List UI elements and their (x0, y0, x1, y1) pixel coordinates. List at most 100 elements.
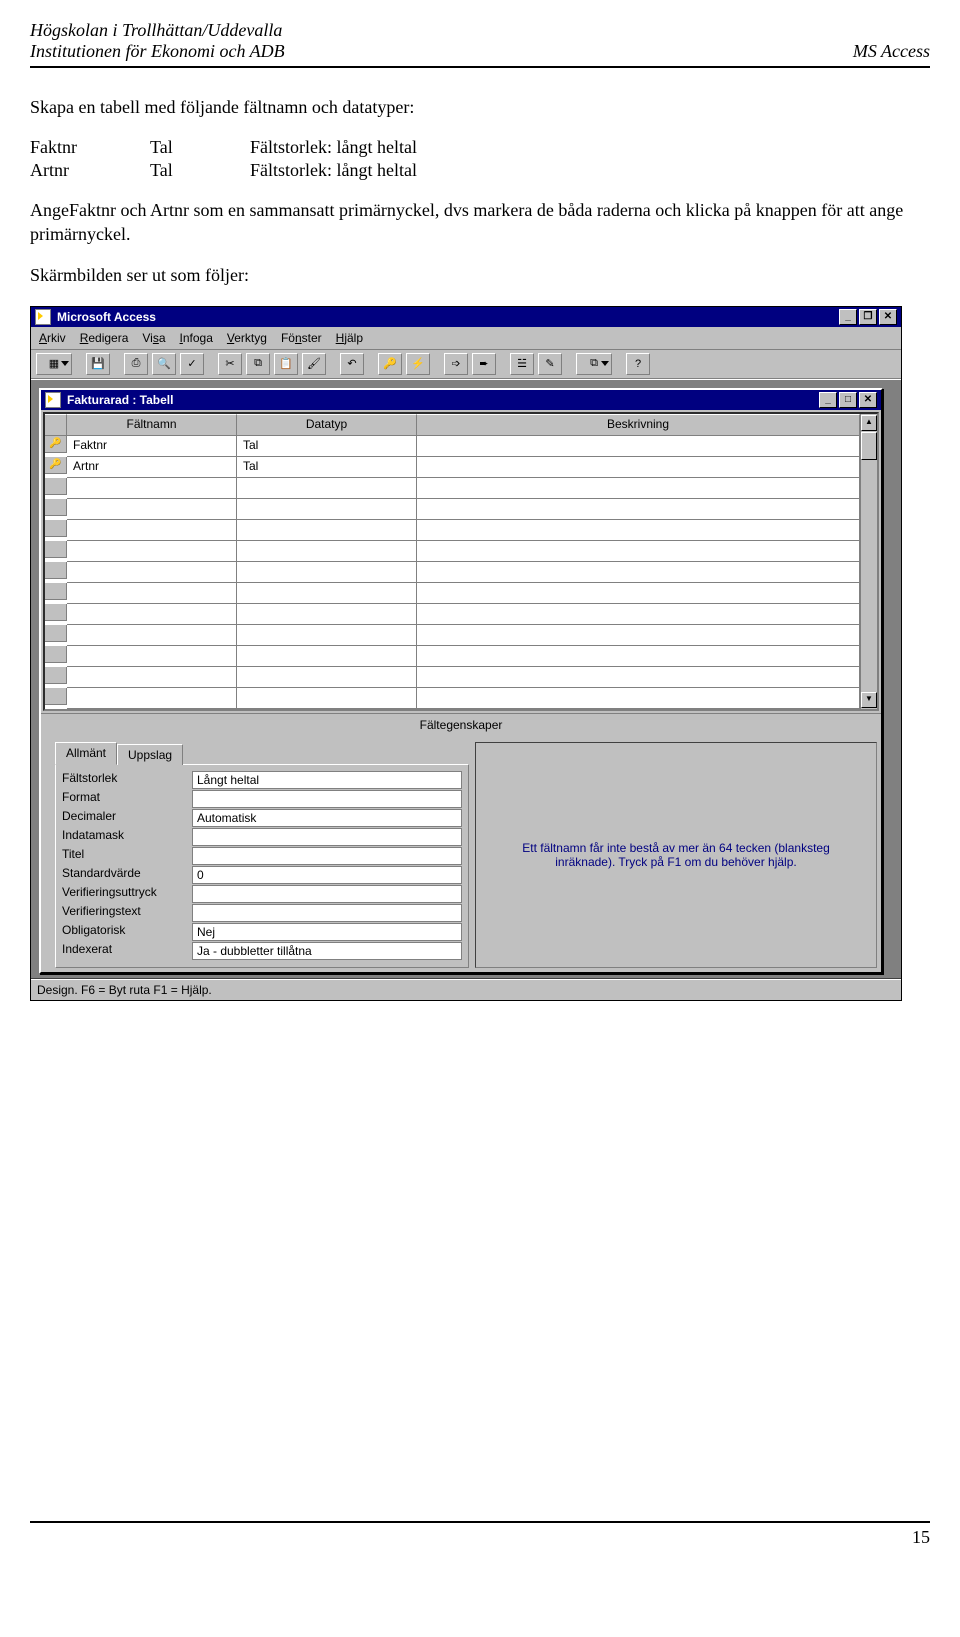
toolbar: ▦ 💾 ⎙ 🔍 ✓ ✂ ⧉ 📋 🖌 ↶ 🔑 ⚡ ➩ ➨ ☱ ✎ ⧉ (31, 350, 901, 379)
header-right: MS Access (853, 41, 930, 62)
table-design-window: Fakturarad : Tabell _ □ ✕ Fältnamn Datat… (39, 388, 883, 974)
col-description[interactable]: Beskrivning (417, 414, 860, 436)
build-button[interactable]: ✎ (538, 353, 562, 375)
app-titlebar: Microsoft Access _ ❐ ✕ (31, 307, 901, 327)
tablewin-maximize-button[interactable]: □ (839, 392, 857, 408)
table-window-icon (45, 392, 61, 408)
para-2: AngeFaktnr och Artnr som en sammansatt p… (30, 199, 930, 246)
prop-value-inputmask[interactable] (192, 828, 462, 846)
undo-button[interactable]: ↶ (340, 353, 364, 375)
design-grid: Fältnamn Datatyp Beskrivning 🔑 Faktnr Ta… (43, 412, 879, 711)
menu-verktyg[interactable]: Verktyg (227, 331, 267, 345)
prop-label: Obligatorisk (62, 923, 192, 941)
prop-value-caption[interactable] (192, 847, 462, 865)
table-row-empty[interactable] (45, 499, 860, 520)
properties-button[interactable]: ☱ (510, 353, 534, 375)
table-row-empty[interactable] (45, 688, 860, 709)
app-restore-button[interactable]: ❐ (859, 309, 877, 325)
primary-key-button[interactable]: 🔑 (378, 353, 402, 375)
col-datatype[interactable]: Datatyp (237, 414, 417, 436)
app-close-button[interactable]: ✕ (879, 309, 897, 325)
table-row-empty[interactable] (45, 562, 860, 583)
app-title: Microsoft Access (57, 310, 156, 324)
cut-button[interactable]: ✂ (218, 353, 242, 375)
tablewin-minimize-button[interactable]: _ (819, 392, 837, 408)
col-fieldname[interactable]: Fältnamn (67, 414, 237, 436)
prop-value-validtext[interactable] (192, 904, 462, 922)
tab-lookup[interactable]: Uppslag (117, 744, 183, 765)
table-row[interactable]: 🔑 Artnr Tal (45, 457, 860, 478)
table-row-empty[interactable] (45, 541, 860, 562)
doc-header: Högskolan i Trollhättan/Uddevalla Instit… (30, 20, 930, 68)
save-button[interactable]: 💾 (86, 353, 110, 375)
cell-fieldname[interactable]: Artnr (67, 457, 237, 478)
table-row-empty[interactable] (45, 667, 860, 688)
status-bar: Design. F6 = Byt ruta F1 = Hjälp. (31, 979, 901, 1000)
field1-name: Faktnr (30, 137, 150, 158)
prop-label: Standardvärde (62, 866, 192, 884)
spellcheck-button[interactable]: ✓ (180, 353, 204, 375)
field2-type: Tal (150, 160, 250, 181)
help-button[interactable]: ? (626, 353, 650, 375)
field1-type: Tal (150, 137, 250, 158)
prop-label: Indexerat (62, 942, 192, 960)
indexes-button[interactable]: ⚡ (406, 353, 430, 375)
prop-label: Decimaler (62, 809, 192, 827)
prop-label: Verifieringsuttryck (62, 885, 192, 903)
table-row-empty[interactable] (45, 604, 860, 625)
print-button[interactable]: ⎙ (124, 353, 148, 375)
format-painter-button[interactable]: 🖌 (302, 353, 326, 375)
app-minimize-button[interactable]: _ (839, 309, 857, 325)
row-selector[interactable]: 🔑 (45, 457, 67, 474)
access-app-icon (35, 309, 51, 325)
delete-rows-button[interactable]: ➨ (472, 353, 496, 375)
prop-value-indexed[interactable]: Ja - dubbletter tillåtna (192, 942, 462, 960)
primary-key-icon: 🔑 (49, 459, 61, 470)
prop-label: Indatamask (62, 828, 192, 846)
tablewin-close-button[interactable]: ✕ (859, 392, 877, 408)
menu-fonster[interactable]: Fönster (281, 331, 322, 345)
table-row-empty[interactable] (45, 583, 860, 604)
menu-redigera[interactable]: Redigera (80, 331, 129, 345)
cell-description[interactable] (417, 436, 860, 457)
table-row-empty[interactable] (45, 520, 860, 541)
scroll-up-button[interactable]: ▲ (861, 415, 877, 431)
row-selector[interactable]: 🔑 (45, 436, 67, 453)
tab-general[interactable]: Allmänt (55, 742, 117, 765)
preview-button[interactable]: 🔍 (152, 353, 176, 375)
scroll-thumb[interactable] (861, 432, 877, 460)
prop-value-fieldsize[interactable]: Långt heltal (192, 771, 462, 789)
menu-infoga[interactable]: Infoga (180, 331, 213, 345)
copy-button[interactable]: ⧉ (246, 353, 270, 375)
table-row-empty[interactable] (45, 478, 860, 499)
vertical-scrollbar[interactable]: ▲ ▼ (860, 414, 877, 709)
db-window-button[interactable]: ⧉ (576, 353, 612, 375)
table-row[interactable]: 🔑 Faktnr Tal (45, 436, 860, 457)
intro-text: Skapa en tabell med följande fältnamn oc… (30, 96, 930, 119)
cell-fieldname[interactable]: Faktnr (67, 436, 237, 457)
header-left-line1: Högskolan i Trollhättan/Uddevalla (30, 20, 285, 41)
cell-datatype[interactable]: Tal (237, 457, 417, 478)
prop-value-format[interactable] (192, 790, 462, 808)
prop-value-validrule[interactable] (192, 885, 462, 903)
table-row-empty[interactable] (45, 625, 860, 646)
scroll-down-button[interactable]: ▼ (861, 692, 877, 708)
cell-description[interactable] (417, 457, 860, 478)
prop-label: Fältstorlek (62, 771, 192, 789)
cell-datatype[interactable]: Tal (237, 436, 417, 457)
menu-visa[interactable]: Visa (142, 331, 165, 345)
table-row-empty[interactable] (45, 646, 860, 667)
prop-label: Format (62, 790, 192, 808)
mdi-workspace: Fakturarad : Tabell _ □ ✕ Fältnamn Datat… (31, 379, 901, 979)
page-number: 15 (912, 1527, 930, 1547)
menu-hjalp[interactable]: Hjälp (336, 331, 363, 345)
field2-desc: Fältstorlek: långt heltal (250, 160, 450, 181)
menu-arkiv[interactable]: Arkiv (39, 331, 66, 345)
view-button[interactable]: ▦ (36, 353, 72, 375)
prop-value-required[interactable]: Nej (192, 923, 462, 941)
field-properties-area: Allmänt Uppslag FältstorlekLångt heltal … (41, 736, 881, 972)
insert-rows-button[interactable]: ➩ (444, 353, 468, 375)
prop-value-default[interactable]: 0 (192, 866, 462, 884)
paste-button[interactable]: 📋 (274, 353, 298, 375)
prop-value-decimals[interactable]: Automatisk (192, 809, 462, 827)
